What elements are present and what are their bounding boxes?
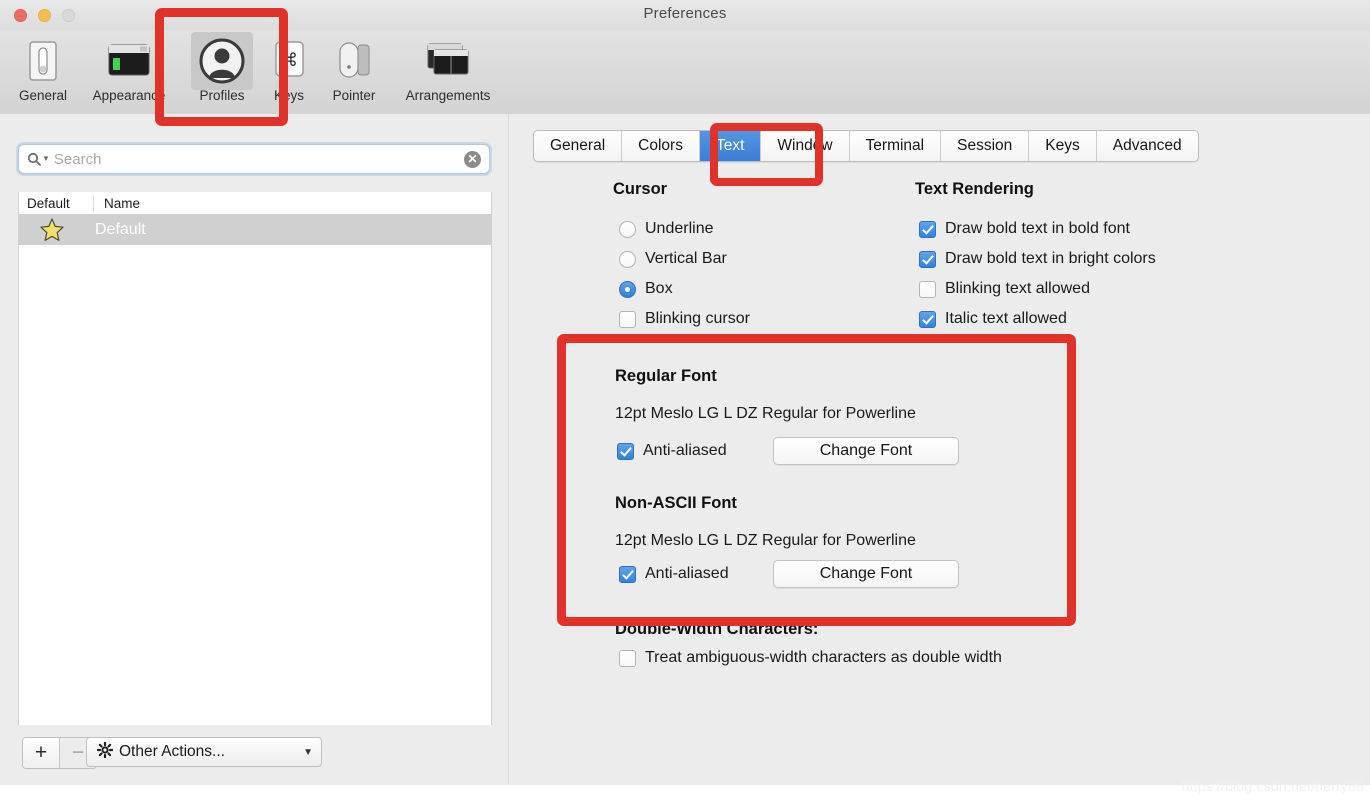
tab-window[interactable]: Window xyxy=(761,131,850,161)
double-width-heading: Double-Width Characters: xyxy=(615,620,819,638)
search-input[interactable] xyxy=(51,149,464,169)
toolbar-item-arrangements[interactable]: Arrangements xyxy=(405,32,491,103)
cursor-option-box[interactable]: Box xyxy=(619,280,673,298)
arrangements-icon xyxy=(417,32,479,90)
option-label: Anti-aliased xyxy=(643,442,727,459)
text-rendering-option-bright-colors[interactable]: Draw bold text in bright colors xyxy=(919,250,1156,268)
toolbar-item-appearance[interactable]: Appearance xyxy=(86,32,172,103)
preferences-content: ▼ ✕ Default Name xyxy=(0,114,1370,785)
search-field-wrapper: ▼ ✕ xyxy=(18,144,490,174)
cursor-option-underline[interactable]: Underline xyxy=(619,220,713,238)
toolbar-item-label: General xyxy=(18,88,68,103)
non-ascii-font-heading: Non-ASCII Font xyxy=(615,494,737,512)
cursor-option-vertical-bar[interactable]: Vertical Bar xyxy=(619,250,727,268)
option-label: Draw bold text in bold font xyxy=(945,220,1130,237)
checkbox-icon[interactable] xyxy=(919,310,936,328)
general-icon xyxy=(12,32,74,90)
clear-icon[interactable]: ✕ xyxy=(464,150,481,168)
profile-name: Default xyxy=(95,221,146,238)
preferences-toolbar: General Appearance Profiles ⌘ Keys Point… xyxy=(0,30,1370,115)
column-header-name[interactable]: Name xyxy=(94,196,491,211)
page-bottom-strip xyxy=(0,785,1370,800)
tab-general[interactable]: General xyxy=(534,131,623,161)
regular-font-description: 12pt Meslo LG L DZ Regular for Powerline xyxy=(615,405,916,422)
profile-tab-bar: General Colors Text Window Terminal Sess… xyxy=(533,130,1199,162)
profiles-table: Default Name Default xyxy=(18,192,492,785)
svg-text:⌘: ⌘ xyxy=(280,50,298,71)
checkbox-icon[interactable] xyxy=(919,280,936,298)
tab-terminal[interactable]: Terminal xyxy=(849,131,942,161)
profiles-icon xyxy=(191,32,253,90)
preferences-window: Preferences General Appearance Profiles … xyxy=(0,0,1370,785)
toolbar-item-general[interactable]: General xyxy=(0,32,86,103)
appearance-icon xyxy=(98,32,160,90)
regular-font-heading: Regular Font xyxy=(615,367,717,385)
option-label: Blinking text allowed xyxy=(945,280,1090,297)
checkbox-icon[interactable] xyxy=(617,442,634,460)
checkbox-icon[interactable] xyxy=(619,565,636,583)
other-actions-popup[interactable]: Other Actions... ▼ xyxy=(86,737,322,767)
tab-text[interactable]: Text xyxy=(699,131,762,161)
screenshot-root: Preferences General Appearance Profiles … xyxy=(0,0,1370,800)
other-actions-label: Other Actions... xyxy=(119,743,225,760)
window-titlebar: Preferences xyxy=(0,0,1370,31)
checkbox-icon[interactable] xyxy=(919,220,936,238)
toolbar-item-label: Pointer xyxy=(332,88,376,103)
regular-font-change-button[interactable]: Change Font xyxy=(773,437,959,465)
regular-font-antialiased-option[interactable]: Anti-aliased xyxy=(617,442,727,460)
option-label: Blinking cursor xyxy=(645,310,750,327)
double-width-option[interactable]: Treat ambiguous-width characters as doub… xyxy=(619,649,1002,667)
column-header-default[interactable]: Default xyxy=(19,195,94,211)
option-label: Draw bold text in bright colors xyxy=(945,250,1156,267)
tab-advanced[interactable]: Advanced xyxy=(1096,131,1198,161)
search-field[interactable]: ▼ ✕ xyxy=(18,144,490,174)
chevron-down-icon[interactable]: ▼ xyxy=(42,155,50,163)
window-title: Preferences xyxy=(643,5,727,22)
tab-colors[interactable]: Colors xyxy=(622,131,700,161)
tab-session[interactable]: Session xyxy=(941,131,1030,161)
watermark: https://blog.csdn.net/herry66 xyxy=(1181,778,1364,794)
table-row[interactable]: Default xyxy=(19,215,491,245)
toolbar-item-label: Appearance xyxy=(92,88,166,103)
tab-keys[interactable]: Keys xyxy=(1029,131,1097,161)
non-ascii-font-change-button[interactable]: Change Font xyxy=(773,560,959,588)
option-label: Treat ambiguous-width characters as doub… xyxy=(645,649,1002,666)
sidebar-bottom-bar: + − Other Actions... ▼ xyxy=(0,725,508,785)
option-label: Vertical Bar xyxy=(645,250,727,267)
non-ascii-font-antialiased-option[interactable]: Anti-aliased xyxy=(619,565,729,583)
profiles-sidebar: ▼ ✕ Default Name xyxy=(0,114,509,785)
option-label: Italic text allowed xyxy=(945,310,1067,327)
option-label: Box xyxy=(645,280,673,297)
toolbar-item-label: Arrangements xyxy=(405,88,491,103)
toolbar-item-pointer[interactable]: Pointer xyxy=(311,32,397,103)
default-star-icon xyxy=(19,217,85,243)
gear-icon xyxy=(96,741,114,762)
text-rendering-heading: Text Rendering xyxy=(915,180,1034,198)
cursor-option-blinking-cursor[interactable]: Blinking cursor xyxy=(619,310,750,328)
chevron-down-icon: ▼ xyxy=(303,746,313,758)
pointer-icon xyxy=(323,32,385,90)
text-rendering-option-blinking-text[interactable]: Blinking text allowed xyxy=(919,280,1090,298)
radio-icon[interactable] xyxy=(619,250,636,268)
cursor-heading: Cursor xyxy=(613,180,668,198)
checkbox-icon[interactable] xyxy=(619,310,636,328)
option-label: Anti-aliased xyxy=(645,565,729,582)
checkbox-icon[interactable] xyxy=(619,649,636,667)
text-rendering-option-italic-text[interactable]: Italic text allowed xyxy=(919,310,1067,328)
table-header: Default Name xyxy=(19,192,491,215)
radio-icon[interactable] xyxy=(619,280,636,298)
text-rendering-option-bold-font[interactable]: Draw bold text in bold font xyxy=(919,220,1130,238)
checkbox-icon[interactable] xyxy=(919,250,936,268)
add-profile-button[interactable]: + xyxy=(23,738,60,768)
option-label: Underline xyxy=(645,220,714,237)
radio-icon[interactable] xyxy=(619,220,636,238)
non-ascii-font-description: 12pt Meslo LG L DZ Regular for Powerline xyxy=(615,532,916,549)
profile-detail-pane: General Colors Text Window Terminal Sess… xyxy=(509,114,1370,785)
search-icon xyxy=(27,152,41,166)
